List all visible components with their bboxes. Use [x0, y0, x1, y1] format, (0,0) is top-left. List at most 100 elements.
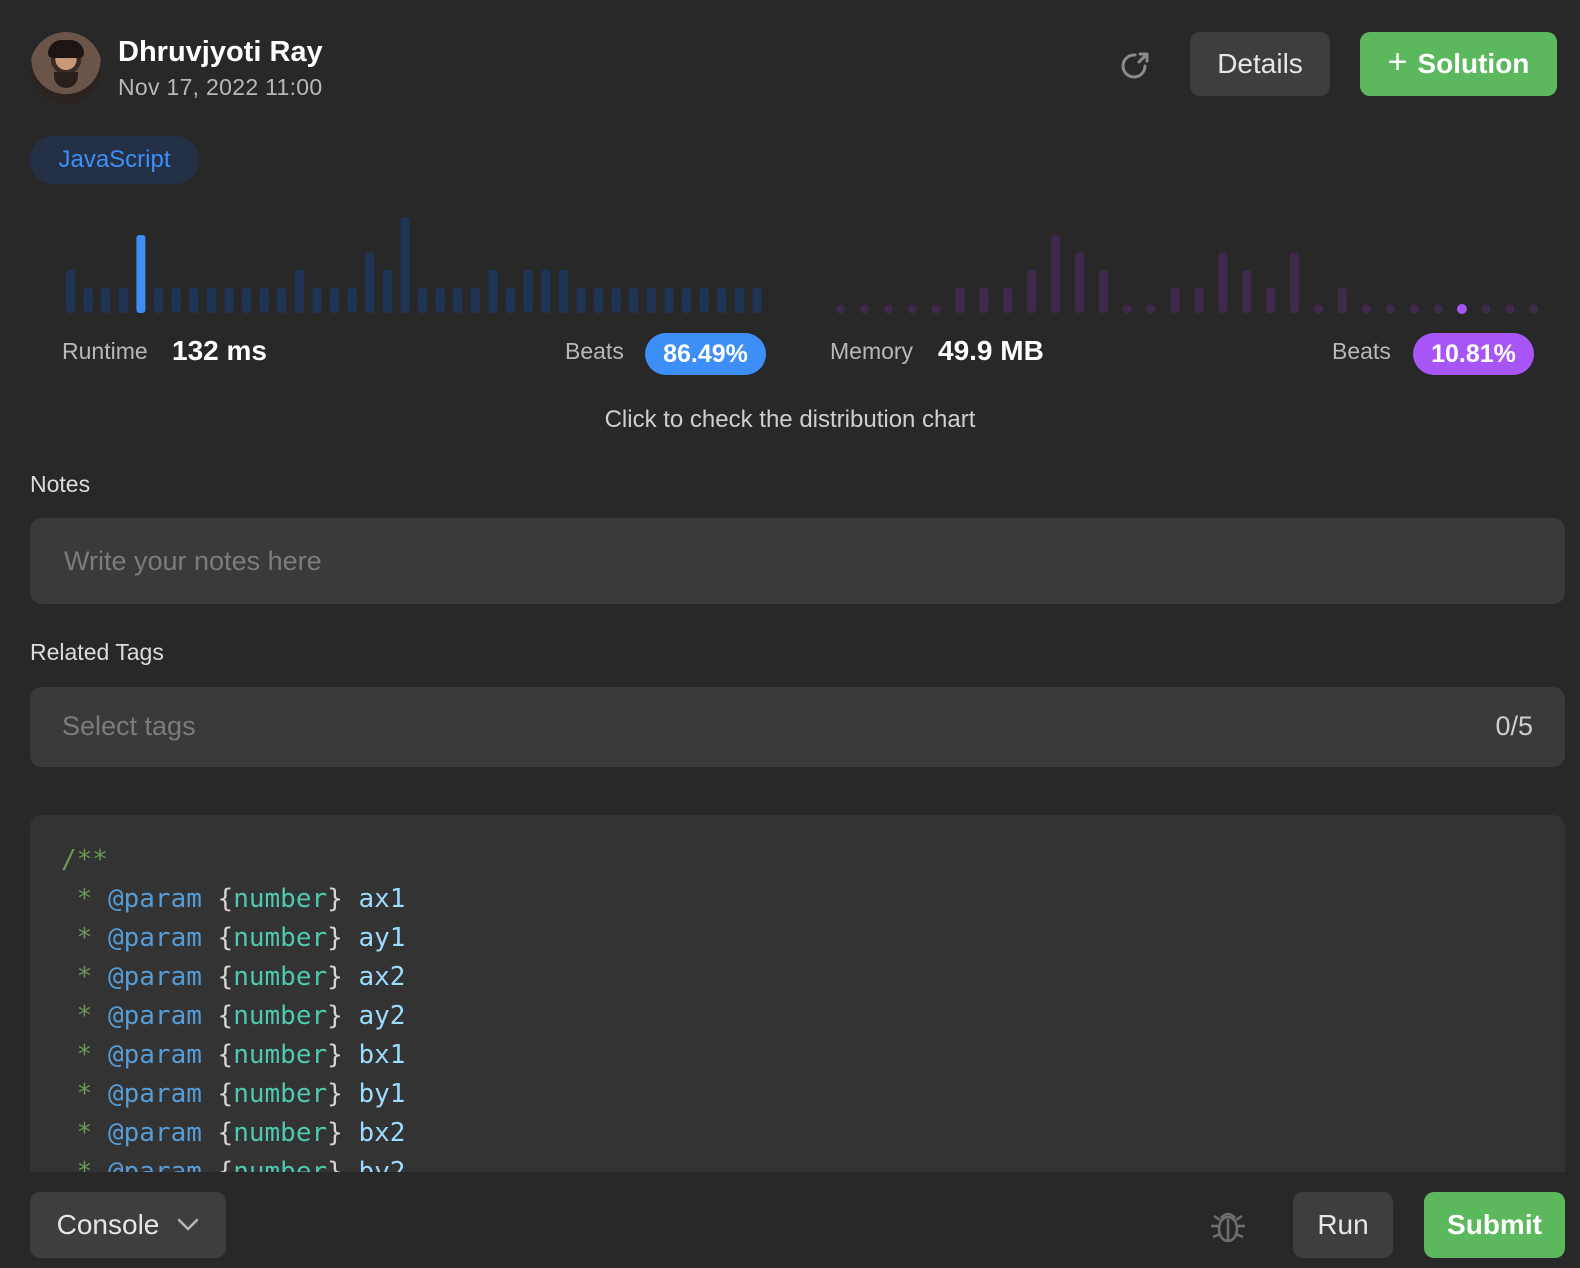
run-button[interactable]: Run	[1293, 1192, 1393, 1258]
runtime-distribution-bar	[347, 287, 357, 313]
avatar-hair	[48, 40, 84, 58]
code-comment-star: *	[61, 1040, 108, 1070]
memory-distribution-dot	[1481, 304, 1491, 314]
memory-distribution-dot	[931, 304, 941, 314]
memory-distribution-dot	[1361, 304, 1371, 314]
runtime-distribution-bar	[734, 287, 744, 313]
memory-distribution-bar	[1266, 287, 1276, 313]
runtime-distribution-bar	[470, 287, 480, 313]
memory-label: Memory	[830, 338, 914, 364]
code-type: number	[233, 1001, 328, 1031]
distribution-sparklines[interactable]	[0, 210, 1580, 320]
code-line: * @param {number} ax2	[61, 958, 406, 997]
plus-icon: +	[1387, 43, 1408, 81]
code-comment-star: *	[61, 1079, 108, 1109]
code-brace: }	[327, 1079, 359, 1109]
tags-count: 0/5	[1495, 711, 1533, 741]
memory-distribution-dot	[836, 304, 845, 314]
memory-distribution-dot	[1409, 304, 1419, 314]
memory-distribution-dot	[1122, 304, 1132, 314]
code-brace: }	[327, 884, 359, 914]
code-param-name: ay2	[358, 1001, 406, 1031]
code-type: number	[233, 1118, 328, 1148]
runtime-distribution-bar	[664, 287, 674, 313]
code-jsdoc-tag: @param	[107, 884, 202, 914]
author-name[interactable]: Dhruvjyoti Ray	[118, 36, 323, 69]
code-line: * @param {number} by2	[61, 1153, 406, 1172]
runtime-distribution-bar	[699, 287, 709, 313]
add-solution-button[interactable]: + Solution	[1360, 32, 1557, 96]
runtime-distribution-bar	[171, 287, 181, 313]
memory-distribution-bar	[1098, 270, 1108, 313]
code-comment-star: *	[61, 1118, 108, 1148]
runtime-distribution-bar	[206, 287, 216, 313]
code-param-name: by2	[358, 1157, 406, 1172]
distribution-chart-link[interactable]: Click to check the distribution chart	[0, 406, 1580, 434]
runtime-distribution-bar	[294, 270, 304, 313]
notes-label: Notes	[30, 471, 91, 497]
user-avatar[interactable]	[30, 32, 102, 104]
code-type: number	[233, 962, 328, 992]
memory-distribution-bar	[1242, 270, 1252, 313]
code-line: * @param {number} bx2	[61, 1114, 406, 1153]
runtime-label: Runtime	[62, 338, 148, 364]
share-icon[interactable]	[1115, 46, 1155, 86]
runtime-distribution-bar	[558, 270, 568, 313]
code-line: /**	[61, 841, 108, 880]
code-line: * @param {number} ax1	[61, 880, 406, 919]
runtime-distribution-bar	[118, 287, 128, 313]
code-comment-star: *	[61, 1001, 108, 1031]
tags-select[interactable]: Select tags 0/5	[30, 687, 1565, 767]
memory-distribution-dot	[1385, 304, 1395, 314]
memory-distribution-dot	[1529, 304, 1539, 314]
console-button[interactable]: Console	[30, 1192, 226, 1258]
runtime-distribution-bar	[83, 287, 93, 313]
memory-distribution-bar	[1218, 252, 1228, 313]
code-param-name: bx2	[358, 1118, 406, 1148]
runtime-distribution-bar	[66, 270, 75, 313]
runtime-distribution-bar	[646, 287, 656, 313]
code-comment: /**	[61, 845, 108, 875]
code-jsdoc-tag: @param	[107, 1001, 202, 1031]
runtime-distribution-bar	[189, 287, 199, 313]
memory-beats-label: Beats	[1332, 338, 1391, 364]
runtime-distribution-bar	[400, 217, 410, 313]
runtime-distribution-bar	[523, 270, 533, 313]
code-type: number	[233, 1079, 328, 1109]
runtime-distribution-bar	[365, 252, 375, 313]
submit-button[interactable]: Submit	[1424, 1192, 1565, 1258]
runtime-distribution-bar	[488, 270, 498, 313]
code-viewer[interactable]: /** * @param {number} ax1 * @param {numb…	[30, 815, 1565, 1172]
code-comment-star: *	[61, 962, 108, 992]
memory-distribution-dot	[1146, 304, 1156, 314]
code-param-name: by1	[358, 1079, 406, 1109]
language-badge: JavaScript	[30, 136, 199, 184]
code-type: number	[233, 1040, 328, 1070]
chevron-down-icon	[178, 1218, 199, 1231]
memory-distribution-bar	[1170, 287, 1180, 313]
runtime-distribution-bar	[154, 287, 163, 313]
code-param-name: ay1	[358, 923, 406, 953]
memory-distribution-dot	[883, 304, 893, 314]
code-comment-star: *	[61, 923, 108, 953]
memory-distribution-dot	[1433, 304, 1443, 314]
code-brace: {	[201, 1079, 234, 1109]
runtime-distribution-bar	[382, 270, 392, 313]
memory-distribution-bar	[979, 287, 989, 313]
memory-distribution-bar	[1337, 287, 1347, 313]
runtime-distribution-bar	[101, 287, 111, 313]
runtime-beats-label: Beats	[565, 338, 624, 364]
notes-input[interactable]	[30, 518, 1565, 604]
runtime-distribution-bar	[506, 287, 515, 313]
details-button[interactable]: Details	[1190, 32, 1330, 96]
solution-button-label: Solution	[1417, 48, 1530, 79]
runtime-beats-badge: 86.49%	[645, 333, 766, 375]
runtime-distribution-bar	[682, 287, 691, 313]
runtime-distribution-bar	[752, 287, 762, 313]
code-jsdoc-tag: @param	[107, 1079, 202, 1109]
bottom-toolbar: Console Run Submit	[0, 1172, 1580, 1268]
bug-icon[interactable]	[1208, 1206, 1248, 1246]
memory-distribution-bar	[1027, 270, 1037, 313]
code-brace: {	[201, 923, 234, 953]
runtime-distribution-bar	[453, 287, 463, 313]
